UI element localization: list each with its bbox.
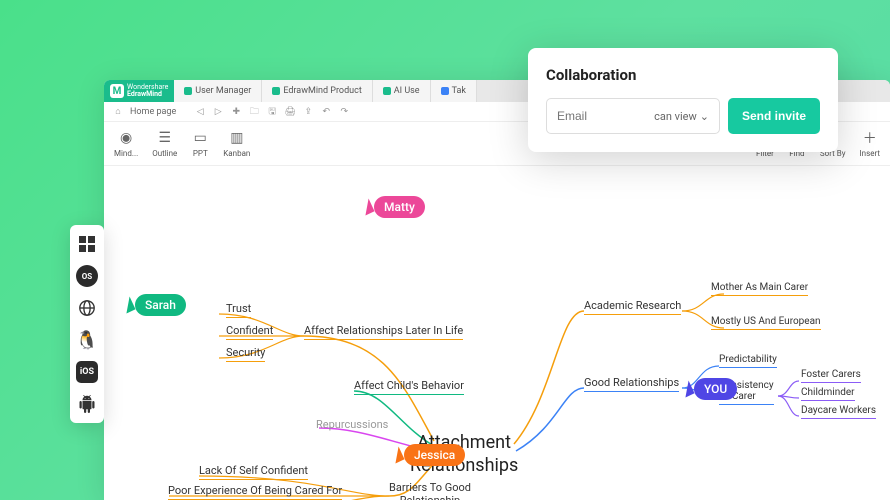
node-affect-later[interactable]: Affect Relationships Later In Life (304, 324, 463, 340)
print-icon[interactable]: 🖨 (284, 106, 296, 118)
node-predict[interactable]: Predictability (719, 354, 777, 368)
node-goodrel[interactable]: Good Relationships (584, 376, 679, 392)
brand-logo: M Wondershare EdrawMind (104, 80, 174, 102)
os-web[interactable] (76, 297, 98, 319)
send-invite-button[interactable]: Send invite (728, 98, 820, 134)
tab-edrawmind-product[interactable]: EdrawMind Product (262, 80, 372, 102)
view-kanban[interactable]: ▥Kanban (223, 129, 250, 158)
cursor-matty: Matty (362, 196, 425, 218)
tab-ai-use[interactable]: AI Use (373, 80, 431, 102)
os-android[interactable] (76, 393, 98, 415)
folder-icon[interactable]: 🗀 (248, 106, 260, 118)
redo-icon[interactable]: ↷ (338, 106, 350, 118)
export-icon[interactable]: ⇪ (302, 106, 314, 118)
node-barriers[interactable]: Barriers To Good Relationship (389, 481, 471, 500)
outline-icon: ☰ (156, 129, 174, 147)
node-affect-child[interactable]: Affect Child's Behavior (354, 379, 464, 395)
os-linux[interactable]: 🐧 (76, 329, 98, 351)
chevron-down-icon: ⌄ (700, 110, 709, 123)
cursor-icon (390, 447, 405, 464)
home-icon[interactable]: ⌂ (112, 106, 124, 118)
collaboration-panel: Collaboration can view⌄ Send invite (528, 48, 838, 152)
view-mindmap[interactable]: ◉Mind... (114, 129, 138, 158)
node-trust[interactable]: Trust (226, 302, 251, 318)
collab-title: Collaboration (546, 66, 820, 84)
ppt-icon: ▭ (191, 129, 209, 147)
node-poor[interactable]: Poor Experience Of Being Cared For (168, 484, 342, 500)
view-ppt[interactable]: ▭PPT (191, 129, 209, 158)
insert-icon: ＋ (861, 129, 879, 147)
kanban-icon: ▥ (228, 129, 246, 147)
new-icon[interactable]: ✚ (230, 106, 242, 118)
node-foster[interactable]: Foster Carers (801, 369, 861, 383)
node-confident[interactable]: Confident (226, 324, 273, 340)
cursor-icon (121, 297, 136, 314)
node-lack[interactable]: Lack Of Self Confident (199, 464, 308, 480)
node-mostly[interactable]: Mostly US And European (711, 316, 821, 330)
mindmap-icon: ◉ (117, 129, 135, 147)
os-panel: OS 🐧 iOS (70, 225, 104, 423)
email-field[interactable] (557, 109, 627, 123)
node-daycare[interactable]: Daycare Workers (801, 405, 876, 419)
cursor-icon (680, 381, 695, 398)
mindmap-canvas[interactable]: Attachment Relationships Affect Relation… (104, 166, 890, 500)
undo-icon[interactable]: ↶ (320, 106, 332, 118)
collab-input-wrap: can view⌄ (546, 98, 720, 134)
cursor-icon (360, 199, 375, 216)
cursor-you: YOU (682, 378, 737, 400)
view-outline[interactable]: ☰Outline (152, 129, 177, 158)
tab-user-manager[interactable]: User Manager (174, 80, 262, 102)
back-icon[interactable]: ◁ (194, 106, 206, 118)
node-repurcussions[interactable]: Repurcussions (316, 418, 388, 431)
os-mac[interactable]: OS (76, 265, 98, 287)
tab-tak[interactable]: Tak (431, 80, 477, 102)
logo-icon: M (110, 84, 124, 98)
insert-button[interactable]: ＋Insert (860, 129, 881, 158)
forward-icon[interactable]: ▷ (212, 106, 224, 118)
node-academic[interactable]: Academic Research (584, 299, 681, 315)
node-mother[interactable]: Mother As Main Carer (711, 282, 808, 296)
os-ios[interactable]: iOS (76, 361, 98, 383)
permission-select[interactable]: can view⌄ (654, 110, 709, 123)
save-icon[interactable]: 🖫 (266, 106, 278, 118)
cursor-jessica: Jessica (392, 444, 465, 466)
node-childminder[interactable]: Childminder (801, 387, 855, 401)
os-windows[interactable] (76, 233, 98, 255)
cursor-sarah: Sarah (123, 294, 186, 316)
home-label: Home page (130, 107, 176, 117)
brand-name: EdrawMind (127, 91, 168, 98)
node-security[interactable]: Security (226, 346, 265, 362)
